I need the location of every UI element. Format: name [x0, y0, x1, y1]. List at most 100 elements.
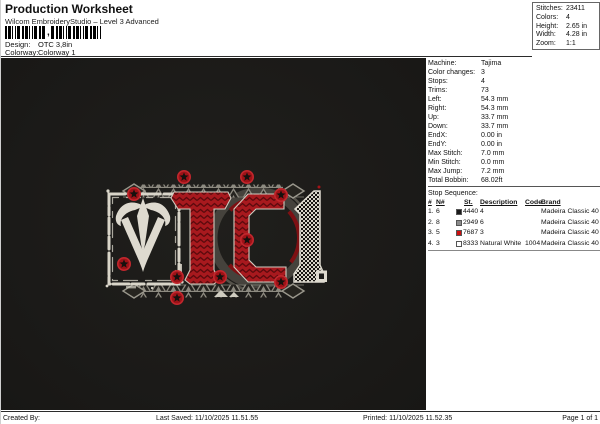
- stop-row-brand: Madeira Classic 40: [541, 208, 599, 215]
- stop-row-description: 6: [480, 218, 484, 226]
- machine-row: Color changes: 3: [428, 68, 600, 77]
- panel-divider: [428, 186, 600, 187]
- col-brand: Brand: [541, 199, 561, 206]
- stop-row-description: 3: [480, 229, 484, 237]
- stop-sequence-rows: 1. 6 4440 4 Madeira Classic 40 2. 8 2949 6 Madeir…: [428, 207, 600, 249]
- machine-row: EndX: 0.00 in: [428, 131, 600, 140]
- thread-color-swatch: [456, 230, 462, 237]
- stop-row-stitches: 4440: [463, 208, 479, 215]
- stop-row-needle: 5: [436, 229, 440, 237]
- machine-row-value: 33.7 mm: [481, 114, 509, 121]
- machine-row-label: EndX:: [428, 132, 448, 139]
- stop-row-stitch-cell: 2949: [456, 218, 480, 229]
- thread-accent: [317, 185, 321, 189]
- stop-sequence-row: 2. 8 2949 6 Madeira Classic 40: [428, 218, 600, 229]
- footer: Created By: Last Saved: 11/10/2025 11.51…: [1, 411, 600, 424]
- stop-row-num: 3.: [428, 229, 434, 237]
- machine-row-label: Total Bobbin:: [428, 177, 469, 184]
- last-saved-label: Last Saved: 11/10/2025 11.51.55: [156, 415, 259, 422]
- thread-color-swatch: [456, 241, 462, 248]
- stats-row: Stitches: 23411: [536, 5, 599, 14]
- stop-sequence-row: 4. 3 8333 Natural White 1004 Madeira Classic …: [428, 239, 600, 250]
- page-number-label: Page 1 of 1: [562, 415, 598, 422]
- col-code: Code: [525, 199, 542, 206]
- stop-sequence-table: # N# St. Description Code Brand 1. 6 4440 4…: [428, 198, 600, 252]
- machine-row-label: Machine:: [428, 60, 457, 67]
- machine-row: EndY: 0.00 in: [428, 140, 600, 149]
- stats-box: Stitches: 23411 Colors: 4 Height: 2.65 in Widt…: [532, 2, 600, 50]
- machine-row-label: Up:: [428, 114, 439, 121]
- right-panel: Machine: Tajima Color changes: 3 Stops: 4 Trim…: [428, 59, 600, 252]
- header: Production Worksheet Wilcom EmbroiderySt…: [1, 0, 532, 57]
- stats-row-value: 1:1: [566, 40, 576, 48]
- stop-marker-icon: [273, 274, 289, 290]
- machine-row: Max Stitch: 7.0 mm: [428, 149, 600, 158]
- production-worksheet-page: Production Worksheet Wilcom EmbroiderySt…: [0, 0, 600, 424]
- stop-row-stitch-cell: 4440: [456, 207, 480, 218]
- stop-marker-icon: [170, 269, 184, 285]
- stop-row-stitch-cell: 7687: [456, 228, 480, 239]
- machine-row: Right: 54.3 mm: [428, 104, 600, 113]
- stats-row-value: 2.65 in: [566, 22, 588, 30]
- stop-marker-icon: [177, 170, 191, 184]
- machine-row: Max Jump: 7.2 mm: [428, 167, 600, 176]
- stats-row-label: Zoom:: [536, 40, 556, 48]
- machine-row: Stops: 4: [428, 77, 600, 86]
- machine-row-label: Down:: [428, 123, 448, 130]
- stop-row-needle: 3: [436, 239, 440, 247]
- stats-row: Zoom: 1:1: [536, 40, 599, 49]
- design-barcode: [5, 26, 101, 39]
- machine-row-label: Max Stitch:: [428, 150, 463, 157]
- stats-row-label: Stitches:: [536, 5, 563, 12]
- stop-marker-icon: [240, 170, 254, 184]
- machine-row-value: 0.00 in: [481, 132, 503, 139]
- machine-row: Down: 33.7 mm: [428, 122, 600, 131]
- stop-marker-icon: [127, 187, 141, 201]
- stats-row: Colors: 4: [536, 14, 599, 23]
- machine-row: Left: 54.3 mm: [428, 95, 600, 104]
- machine-row: Machine: Tajima: [428, 59, 600, 68]
- machine-row-value: 0.00 in: [481, 141, 503, 148]
- stop-sequence-row: 1. 6 4440 4 Madeira Classic 40: [428, 207, 600, 218]
- stop-row-brand: Madeira Classic 40: [541, 218, 599, 226]
- stop-marker-icon: [273, 188, 289, 202]
- stop-row-brand: Madeira Classic 40: [541, 239, 599, 247]
- machine-row-label: Max Jump:: [428, 168, 463, 175]
- machine-row-value: 7.2 mm: [481, 168, 505, 175]
- machine-row: Total Bobbin: 68.02ft: [428, 176, 600, 185]
- stats-row-value: 4: [566, 13, 570, 21]
- design-canvas: [1, 58, 426, 410]
- stop-row-needle: 8: [436, 218, 440, 226]
- machine-row-value: 7.0 mm: [481, 150, 505, 157]
- stop-row-num: 1.: [428, 208, 434, 215]
- stop-sequence-header: # N# St. Description Code Brand: [428, 198, 600, 207]
- machine-table: Machine: Tajima Color changes: 3 Stops: 4 Trim…: [428, 59, 600, 185]
- stop-marker-icon: [213, 269, 227, 285]
- stop-row-stitches: 7687: [463, 229, 479, 237]
- stop-marker-icon: [170, 290, 184, 306]
- machine-row-label: Left:: [428, 96, 442, 103]
- stop-sequence-title: Stop Sequence:: [428, 190, 478, 197]
- machine-row-value: 68.02ft: [481, 177, 503, 184]
- machine-row-value: 33.7 mm: [481, 123, 509, 130]
- col-n: N#: [436, 199, 445, 206]
- stats-row-label: Height:: [536, 22, 559, 30]
- machine-row: Trims: 73: [428, 86, 600, 95]
- col-description: Description: [480, 199, 518, 206]
- machine-row-value: 54.3 mm: [481, 105, 509, 112]
- stop-row-num: 4.: [428, 239, 434, 247]
- machine-row-label: EndY:: [428, 141, 447, 148]
- stop-marker-icon: [117, 256, 131, 272]
- stop-row-brand: Madeira Classic 40: [541, 229, 599, 237]
- stats-row: Width: 4.28 in: [536, 31, 599, 40]
- printed-label: Printed: 11/10/2025 11.52.35: [363, 415, 453, 422]
- stop-row-code: 1004: [525, 239, 541, 247]
- stats-row-value: 23411: [566, 5, 585, 12]
- machine-row: Up: 33.7 mm: [428, 113, 600, 122]
- period-mark: [316, 270, 327, 282]
- col-st: St.: [464, 199, 473, 206]
- stop-marker-icon: [240, 233, 254, 247]
- stop-row-stitches: 2949: [463, 218, 479, 226]
- stats-row-label: Width:: [536, 31, 556, 39]
- machine-row-value: 3: [481, 69, 485, 76]
